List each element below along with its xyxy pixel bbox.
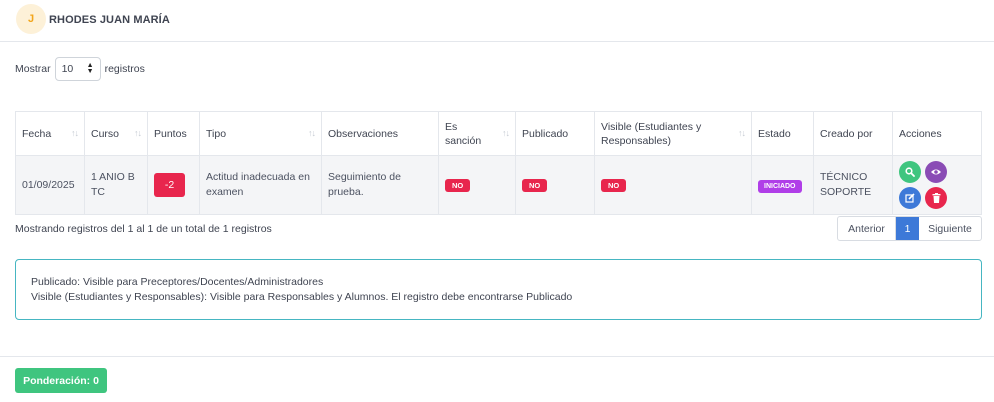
ponderacion-button[interactable]: Ponderación: 0 [15,368,107,393]
sort-icon: ↑↓ [308,128,316,138]
publicado-badge: NO [522,178,548,192]
length-prefix: Mostrar [15,63,51,75]
student-header: J RHODES JUAN MARÍA [0,0,994,42]
pagination: Anterior 1 Siguiente [837,216,982,241]
edit-icon [905,193,915,203]
points-badge: -2 [154,173,185,197]
records-table: Fecha ↑↓ Curso ↑↓ Puntos Tipo ↑↓ Observacio… [15,111,982,215]
cell-publicado: NO [515,155,595,215]
cell-fecha: 01/09/2025 [15,155,85,215]
sancion-badge: NO [445,178,471,192]
search-icon [905,167,915,177]
cell-estado: INICIADO [751,155,814,215]
eye-icon [931,169,941,175]
view-detail-button[interactable] [899,161,921,183]
table-header-row: Fecha ↑↓ Curso ↑↓ Puntos Tipo ↑↓ Observacio… [15,111,982,156]
col-publicado: Publicado [515,111,595,156]
sort-icon: ↑↓ [71,128,79,138]
col-estado: Estado [751,111,814,156]
col-observaciones: Observaciones [321,111,439,156]
cell-es-sancion: NO [438,155,516,215]
visible-badge: NO [601,178,627,192]
page-length-select[interactable]: 10 ▲ ▼ [54,57,101,81]
cell-observaciones: Seguimiento de prueba. [321,155,439,215]
page-length-value: 10 [61,63,74,75]
cell-visible: NO [594,155,752,215]
col-curso[interactable]: Curso ↑↓ [84,111,148,156]
cell-acciones [892,155,982,215]
cell-creado-por: TÉCNICO SOPORTE [813,155,893,215]
pagination-next-button[interactable]: Siguiente [919,217,981,240]
avatar: J [16,4,46,34]
table-row: 01/09/2025 1 ANIO B TC -2 Actitud inadec… [15,155,982,215]
pagination-prev-button[interactable]: Anterior [838,217,896,240]
col-es-sancion[interactable]: Es sanción ↑↓ [438,111,516,156]
table-info: Mostrando registros del 1 al 1 de un tot… [15,223,272,235]
status-badge: INICIADO [758,179,802,193]
sort-icon: ↑↓ [134,128,142,138]
delete-button[interactable] [925,187,947,209]
col-puntos: Puntos [147,111,200,156]
trash-icon [932,193,940,203]
preview-button[interactable] [925,161,947,183]
note-line-published: Publicado: Visible para Preceptores/Doce… [31,276,324,288]
col-creado-por: Creado por [813,111,893,156]
note-line-visible: Visible (Estudiantes y Responsables): Vi… [31,291,573,303]
edit-button[interactable] [899,187,921,209]
info-note: Publicado: Visible para Preceptores/Doce… [15,259,982,320]
col-fecha[interactable]: Fecha ↑↓ [15,111,85,156]
length-suffix: registros [104,63,145,75]
col-visible[interactable]: Visible (Estudiantes y Responsables) ↑↓ [594,111,752,156]
pagination-page-1[interactable]: 1 [896,217,919,240]
cell-tipo: Actitud inadecuada en examen [199,155,322,215]
cell-curso: 1 ANIO B TC [84,155,148,215]
student-name: RHODES JUAN MARÍA [49,14,170,26]
cell-puntos: -2 [147,155,200,215]
col-acciones: Acciones [892,111,982,156]
length-menu: Mostrar 10 ▲ ▼ registros [15,57,145,81]
row-actions [899,161,975,209]
col-tipo[interactable]: Tipo ↑↓ [199,111,322,156]
footer-divider [0,356,994,357]
sort-icon: ↑↓ [738,128,746,138]
sort-icon: ↑↓ [502,128,510,138]
select-arrows-icon: ▲ ▼ [86,62,94,75]
